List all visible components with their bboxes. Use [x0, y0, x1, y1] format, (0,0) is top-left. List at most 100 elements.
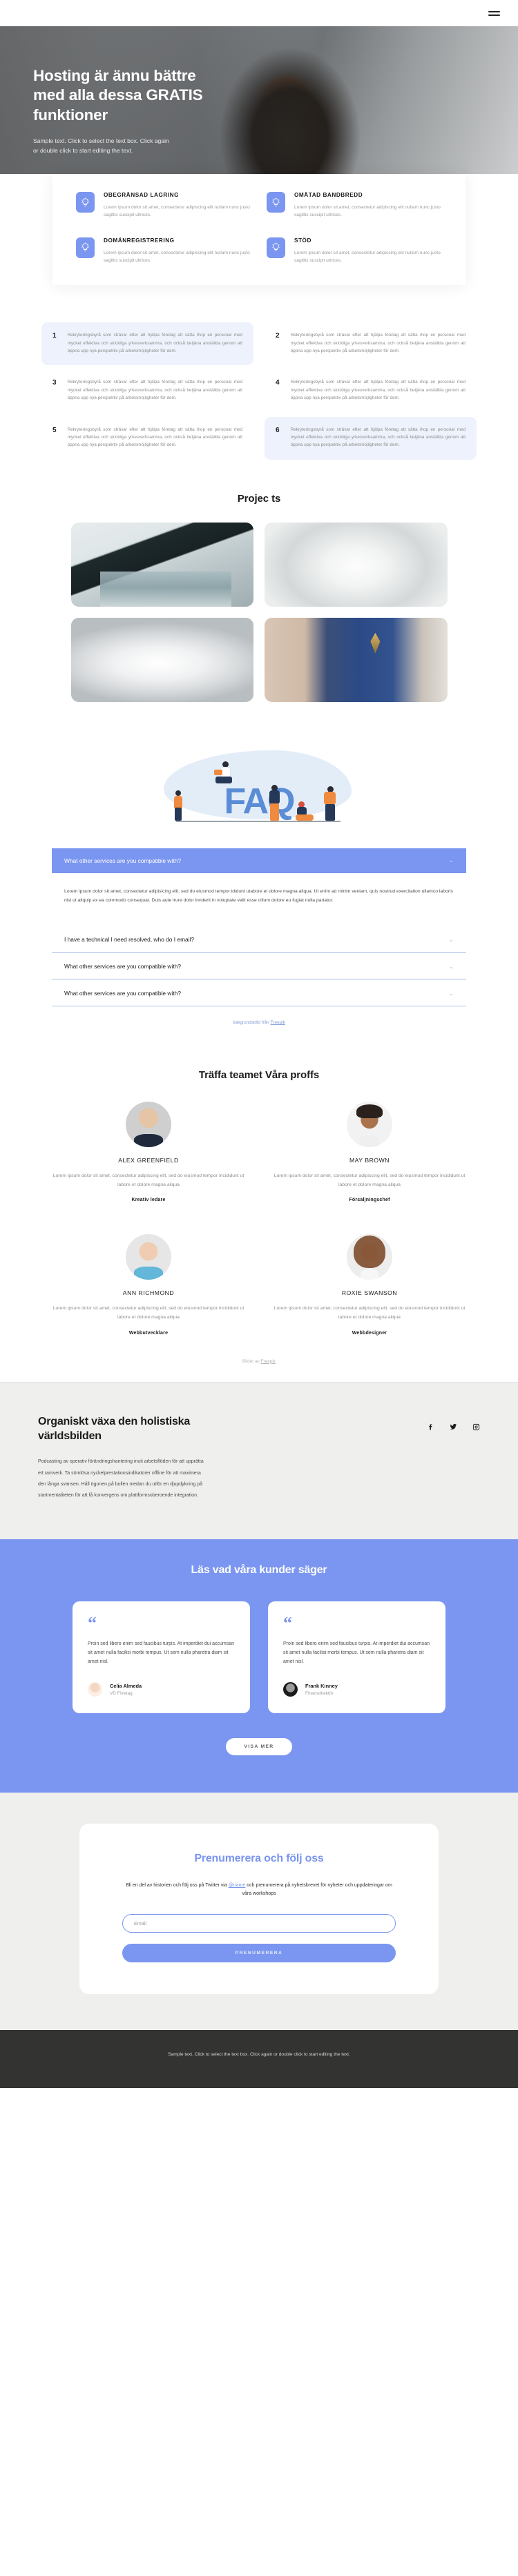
faq-question: What other services are you compatible w…: [64, 990, 181, 997]
item-text: Rekryteringsbyrå som strävar efter att h…: [67, 380, 242, 401]
lightbulb-icon: [267, 192, 285, 213]
instagram-icon[interactable]: [472, 1423, 480, 1431]
team-member: ALEX GREENFIELD Lorem ipsum dolor sit am…: [52, 1102, 245, 1202]
lightbulb-icon: [76, 192, 95, 213]
avatar-ann-richmond: [126, 1234, 171, 1280]
item-text: Rekryteringsbyrå som strävar efter att h…: [290, 333, 466, 354]
newsletter-text-after: och prenumerera på nyhetsbrevet för nyhe…: [242, 1882, 392, 1897]
feature-title: STÖD: [294, 237, 311, 244]
numbered-item: 2 Rekryteringsbyrå som strävar efter att…: [265, 322, 477, 365]
testimonial-author: Frank Kinney: [305, 1682, 338, 1689]
team-title: Träffa teamet Våra proffs: [198, 1069, 320, 1082]
feature-body: Lorem ipsum dolor sit amet, consectetur …: [294, 250, 441, 263]
faq-person-icon: [269, 784, 281, 821]
team-credit-link[interactable]: Freepik: [261, 1359, 276, 1364]
team-section: Träffa teamet Våra proffs ALEX GREENFIEL…: [0, 1053, 518, 1381]
project-image-modern-house[interactable]: [70, 522, 253, 607]
project-image-white-arches[interactable]: [265, 522, 448, 607]
item-number: 3: [52, 379, 57, 387]
faq-answer: Lorem ipsum dolor sit amet, consectetur …: [64, 888, 453, 904]
item-text: Rekryteringsbyrå som strävar efter att h…: [67, 427, 242, 448]
twitter-icon[interactable]: [450, 1423, 457, 1431]
numbered-item: 1 Rekryteringsbyrå som strävar efter att…: [41, 322, 253, 366]
faq-credit-link[interactable]: Freepik: [271, 1020, 285, 1025]
subscribe-button[interactable]: PRENUMERERA: [122, 1944, 396, 1963]
faq-accordion: What other services are you compatible w…: [52, 848, 466, 1007]
feature-body: Lorem ipsum dolor sit amet, consectetur …: [294, 205, 441, 218]
newsletter-card: Prenumerera och följ oss Bli en del av h…: [79, 1823, 439, 1995]
testimonial-text: Proin sed libero enim sed faucibus turpi…: [88, 1641, 235, 1665]
projects-grid: [70, 522, 448, 702]
chevron-down-icon: ⌄: [448, 962, 454, 970]
avatar-alex-greenfield: [126, 1102, 171, 1148]
item-text: Rekryteringsbyrå som strävar efter att h…: [67, 333, 242, 354]
newsletter-text-before: Bli en del av historien och följ oss på …: [126, 1882, 229, 1888]
faq-section: FAQ What other services are you compatib…: [0, 735, 518, 1053]
avatar-roxie-swanson: [347, 1234, 392, 1280]
member-name: ANN RICHMOND: [122, 1289, 175, 1297]
faq-item-collapsed[interactable]: What other services are you compatible w…: [52, 979, 466, 1007]
testimonial-role: VD Företag: [110, 1690, 133, 1696]
newsletter-heading: Prenumerera och följ oss: [194, 1852, 324, 1864]
feature-body: Lorem ipsum dolor sit amet, consectetur …: [104, 205, 250, 218]
hero-subtitle: Sample text. Click to select the text bo…: [33, 137, 169, 155]
member-role: Försäljningschef: [349, 1198, 390, 1203]
chevron-down-icon: ⌄: [448, 857, 454, 864]
features-section: OBEGRÄNSAD LAGRING Lorem ipsum dolor sit…: [0, 174, 518, 312]
faq-person-icon: [296, 801, 316, 821]
numbered-item: 3 Rekryteringsbyrå som strävar efter att…: [41, 369, 253, 412]
hero-title: Hosting är ännu bättre med alla dessa GR…: [33, 67, 203, 124]
chevron-down-icon: ⌄: [448, 989, 454, 997]
feature-title: OBEGRÄNSAD LAGRING: [104, 192, 180, 198]
feature-title: DOMÄNREGISTRERING: [104, 237, 175, 244]
project-image-blue-bedroom[interactable]: [265, 617, 448, 702]
email-input[interactable]: [122, 1914, 396, 1933]
faq-question: I have a technical I need resolved, who …: [64, 936, 195, 944]
testimonials-section: Läs vad våra kunder säger “ Proin sed li…: [0, 1539, 518, 1793]
testimonial-text: Proin sed libero enim sed faucibus turpi…: [283, 1641, 430, 1665]
team-grid: ALEX GREENFIELD Lorem ipsum dolor sit am…: [52, 1102, 466, 1336]
page-footer: Sample text. Click to select the text bo…: [0, 2030, 518, 2089]
member-bio: Lorem ipsum dolor sit amet, consectetur …: [274, 1306, 466, 1320]
quote-icon: “: [88, 1612, 97, 1633]
feature-title: OMÄTAD BANDBREDD: [294, 192, 363, 198]
numbered-item: 4 Rekryteringsbyrå som strävar efter att…: [265, 369, 477, 412]
features-card: OBEGRÄNSAD LAGRING Lorem ipsum dolor sit…: [52, 174, 466, 286]
member-role: Kreativ ledare: [131, 1198, 166, 1203]
member-name: MAY BROWN: [349, 1157, 390, 1164]
organic-paragraph: Podcasting av operativ förändringshanter…: [38, 1459, 204, 1499]
facebook-icon[interactable]: [427, 1423, 434, 1431]
item-number: 4: [276, 379, 280, 387]
top-navigation-bar: [0, 0, 518, 26]
faq-illustration: FAQ: [148, 741, 370, 828]
faq-person-icon: [214, 761, 238, 790]
feature-item: STÖD Lorem ipsum dolor sit amet, consect…: [267, 237, 442, 265]
faq-ground-line: [176, 821, 340, 822]
footer-text: Sample text. Click to select the text bo…: [168, 2052, 350, 2058]
project-image-spiral-stairs[interactable]: [70, 617, 253, 702]
faq-item-expanded[interactable]: What other services are you compatible w…: [52, 848, 466, 873]
team-credit-prefix: Bilder av: [242, 1358, 261, 1364]
testimonials-grid: “ Proin sed libero enim sed faucibus tur…: [73, 1601, 445, 1713]
testimonial-author: Celia Almeda: [110, 1682, 142, 1689]
testimonial-card: “ Proin sed libero enim sed faucibus tur…: [268, 1601, 445, 1713]
team-image-credit: Bilder av Freepik: [0, 1359, 518, 1364]
projects-title: Projec ts: [237, 492, 281, 505]
faq-credit-prefix: bakgrundsbild från: [233, 1020, 271, 1026]
item-number: 2: [276, 332, 280, 340]
member-bio: Lorem ipsum dolor sit amet, consectetur …: [274, 1173, 466, 1187]
newsletter-text: Bli en del av historien och följ oss på …: [122, 1882, 396, 1900]
avatar-may-brown: [347, 1102, 392, 1148]
feature-body: Lorem ipsum dolor sit amet, consectetur …: [104, 250, 250, 263]
faq-person-icon: [173, 790, 183, 821]
faq-item-collapsed[interactable]: What other services are you compatible w…: [52, 953, 466, 980]
feature-item: DOMÄNREGISTRERING Lorem ipsum dolor sit …: [76, 237, 251, 265]
team-member: MAY BROWN Lorem ipsum dolor sit amet, co…: [273, 1102, 466, 1202]
hamburger-menu-icon[interactable]: [488, 9, 500, 18]
show-more-button[interactable]: VISA MER: [226, 1737, 292, 1755]
team-member: ROXIE SWANSON Lorem ipsum dolor sit amet…: [273, 1234, 466, 1336]
twitter-handle-link[interactable]: @name: [229, 1883, 246, 1888]
faq-item-collapsed[interactable]: I have a technical I need resolved, who …: [52, 926, 466, 953]
feature-item: OMÄTAD BANDBREDD Lorem ipsum dolor sit a…: [267, 192, 442, 219]
organic-heading: Organiskt växa den holistiska världsbild…: [38, 1415, 191, 1443]
